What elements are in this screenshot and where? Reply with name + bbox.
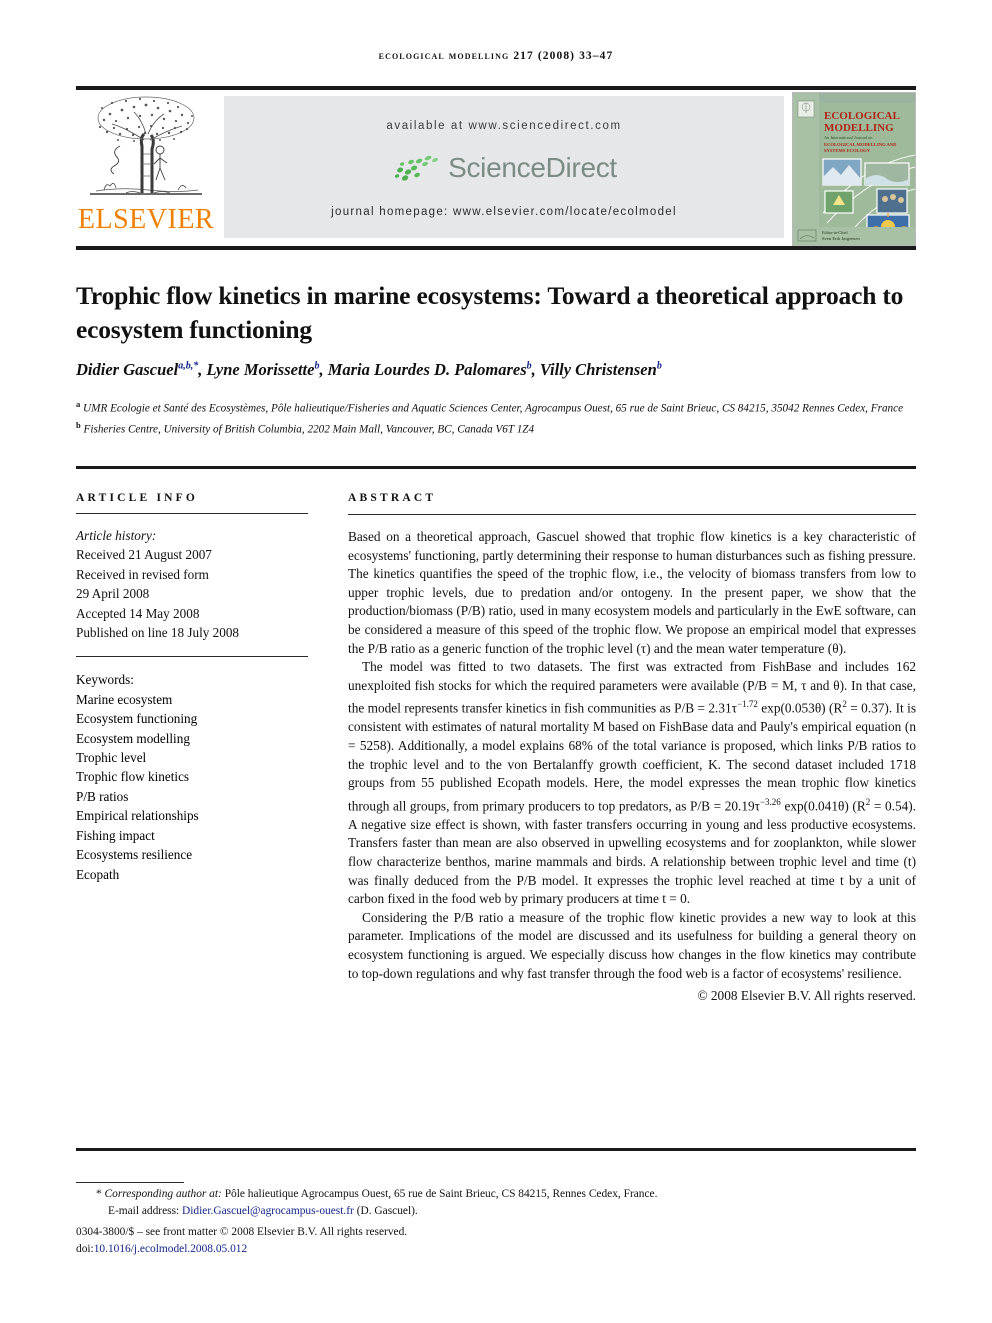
masthead-bottom-rule <box>76 246 916 250</box>
email-note: E-mail address: Didier.Gascuel@agrocampu… <box>76 1203 926 1220</box>
svg-text:SYSTEMS ECOLOGY: SYSTEMS ECOLOGY <box>824 148 871 153</box>
history-item: Published on line 18 July 2008 <box>76 625 240 641</box>
copyright-line: © 2008 Elsevier B.V. All rights reserved… <box>697 988 916 1004</box>
author-list: Didier Gascuela,b,*, Lyne Morissetteb, M… <box>76 360 662 379</box>
keyword-item: Ecopath <box>76 866 120 882</box>
doi-line: doi:10.1016/j.ecolmodel.2008.05.012 <box>76 1241 926 1258</box>
sciencedirect-logo[interactable]: ScienceDirect <box>391 151 617 185</box>
svg-text:ECOLOGICAL: ECOLOGICAL <box>824 110 900 122</box>
email-suffix: (D. Gascuel). <box>356 1205 418 1218</box>
issn-line: 0304-3800/$ – see front matter © 2008 El… <box>76 1225 408 1238</box>
affiliation-a: a UMR Ecologie et Santé des Ecosystèmes,… <box>76 399 904 415</box>
article-info-heading: ARTICLE INFO <box>76 492 199 504</box>
footer-rule <box>76 1148 916 1151</box>
svg-text:Sven Erik Jørgensen: Sven Erik Jørgensen <box>822 236 860 241</box>
history-item: Accepted 14 May 2008 <box>76 605 200 621</box>
elsevier-logo: ELSEVIER <box>76 92 216 244</box>
email-label: E-mail address: <box>108 1205 180 1218</box>
affiliation-b: b Fisheries Centre, University of Britis… <box>76 420 535 437</box>
svg-text:An International Journal on: An International Journal on <box>824 135 873 140</box>
info-top-rule <box>76 466 916 469</box>
keyword-item: Ecosystem modelling <box>76 730 190 746</box>
history-item: 29 April 2008 <box>76 586 150 602</box>
history-item: Received in revised form <box>76 566 209 582</box>
keyword-item: Ecosystem functioning <box>76 711 198 727</box>
journal-first-page: ECOLOGICAL MODELLING 217 (2008) 33–47 <box>0 0 992 1323</box>
available-at-text: available at www.sciencedirect.com <box>386 120 622 132</box>
doi-link[interactable]: 10.1016/j.ecolmodel.2008.05.012 <box>94 1243 247 1255</box>
keyword-item: Trophic level <box>76 750 147 766</box>
abstract-paragraph: The model was fitted to two datasets. Th… <box>348 659 916 907</box>
history-item: Received 21 August 2007 <box>76 547 212 563</box>
article-history: Article history: Received 21 August 2007… <box>76 526 308 642</box>
keyword-item: Ecosystems resilience <box>76 847 193 863</box>
keyword-item: P/B ratios <box>76 788 129 804</box>
corresponding-author-note: * Corresponding author at: Pôle halieuti… <box>96 1188 658 1200</box>
affiliations: a UMR Ecologie et Santé des Ecosystèmes,… <box>76 396 926 439</box>
sciencedirect-leaf-icon <box>394 155 439 181</box>
corresponding-label: Corresponding author at: <box>104 1188 222 1200</box>
page-title: Trophic flow kinetics in marine ecosyste… <box>76 281 904 345</box>
running-head: ECOLOGICAL MODELLING 217 (2008) 33–47 <box>378 50 614 62</box>
svg-text:MODELLING: MODELLING <box>824 122 894 134</box>
masthead: ELSEVIER available at www.sciencedirect.… <box>76 92 916 246</box>
abstract-column: ABSTRACT Based on a theoretical approach… <box>348 492 916 1006</box>
abstract-heading: ABSTRACT <box>348 492 437 504</box>
divider <box>76 656 308 658</box>
journal-homepage-text[interactable]: journal homepage: www.elsevier.com/locat… <box>224 206 784 218</box>
svg-text:Editor-in-Chief: Editor-in-Chief <box>822 230 848 235</box>
abstract-body: Based on a theoretical approach, Gascuel… <box>348 528 916 1006</box>
sciencedirect-banner: available at www.sciencedirect.com Scien… <box>224 96 784 238</box>
divider <box>76 513 308 514</box>
keyword-item: Marine ecosystem <box>76 691 173 707</box>
keyword-item: Trophic flow kinetics <box>76 769 190 785</box>
article-info-column: ARTICLE INFO Article history: Received 2… <box>76 492 308 884</box>
keyword-item: Empirical relationships <box>76 808 199 824</box>
keywords-block: Keywords: Marine ecosystem Ecosystem fun… <box>76 670 308 883</box>
doi-label: doi: <box>76 1243 94 1256</box>
elsevier-wordmark: ELSEVIER <box>77 204 215 235</box>
keywords-label: Keywords: <box>76 672 134 688</box>
keyword-item: Fishing impact <box>76 827 155 843</box>
svg-text:ECOLOGICAL MODELLING AND: ECOLOGICAL MODELLING AND <box>824 142 897 147</box>
footnotes: * Corresponding author at: Pôle halieuti… <box>76 1186 926 1259</box>
divider <box>348 514 916 515</box>
header-rule <box>76 86 916 90</box>
sciencedirect-wordmark: ScienceDirect <box>448 152 617 183</box>
journal-cover-thumbnail[interactable]: ECOLOGICAL MODELLING An International Jo… <box>792 92 916 246</box>
abstract-paragraph: Considering the P/B ratio a measure of t… <box>348 909 916 981</box>
email-link[interactable]: Didier.Gascuel@agrocampus-ouest.fr <box>182 1205 354 1217</box>
footnote-separator <box>76 1182 184 1183</box>
abstract-paragraph: Based on a theoretical approach, Gascuel… <box>348 529 916 656</box>
elsevier-tree-icon <box>82 94 210 206</box>
history-label: Article history: <box>76 528 157 543</box>
corresponding-text: Pôle halieutique Agrocampus Ouest, 65 ru… <box>224 1188 658 1200</box>
